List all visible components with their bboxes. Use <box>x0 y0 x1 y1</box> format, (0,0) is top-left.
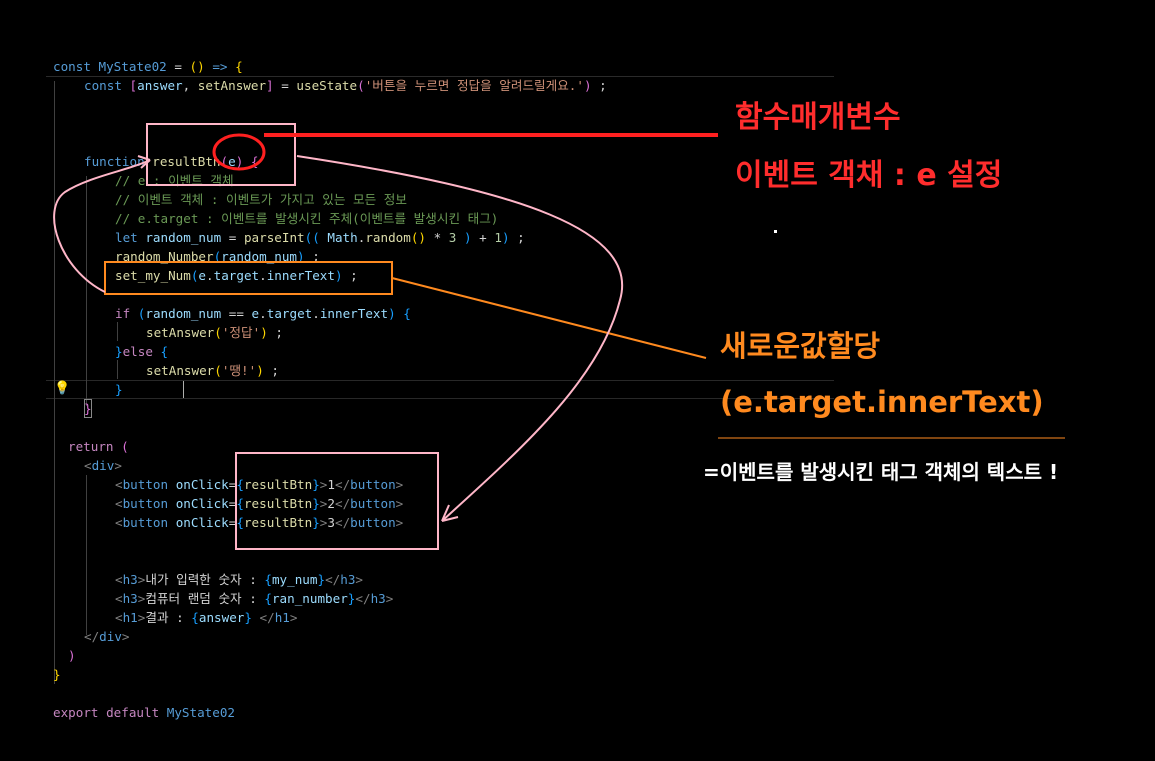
orange-pointer-line <box>391 277 707 359</box>
annotation-white-note: =이벤트를 발생시킨 태그 객체의 텍스트 ! <box>703 460 1059 484</box>
pink-loop-arrow <box>53 159 151 293</box>
set-my-num-box <box>104 261 393 295</box>
annotation-overlay <box>53 123 1065 550</box>
annotation-orange-title: 새로운값할당 <box>720 329 881 363</box>
annotation-red-subtitle: 이벤트 객채 : e 설정 <box>735 158 1003 193</box>
stray-dot <box>774 230 777 233</box>
annotation-orange-subtitle: (e.target.innerText) <box>720 385 1044 419</box>
onclick-box <box>235 452 439 550</box>
param-circle <box>212 133 266 171</box>
pink-curve-arrow <box>296 155 623 522</box>
annotation-red-title: 함수매개변수 <box>735 100 901 135</box>
